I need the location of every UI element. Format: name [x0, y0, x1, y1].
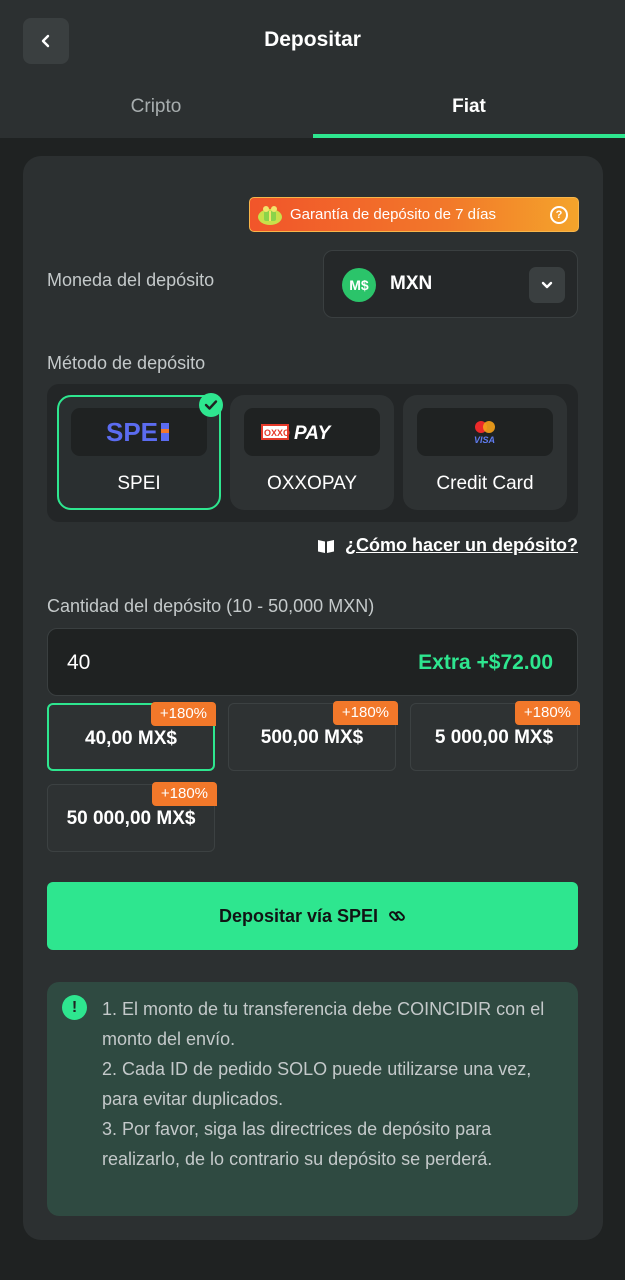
currency-label: Moneda del depósito — [47, 270, 215, 290]
page-title: Depositar — [264, 28, 361, 51]
mxn-logo-icon: M$ — [342, 268, 376, 302]
svg-text:OXXO: OXXO — [264, 428, 290, 438]
method-credit-card[interactable]: VISA Credit Card — [403, 395, 567, 510]
currency-select[interactable]: M$ MXN — [323, 250, 578, 318]
bonus-tag: +180% — [514, 701, 580, 725]
bonus-tag: +180% — [151, 782, 217, 806]
amount-value[interactable]: 40 — [67, 651, 90, 675]
preset-value: 50 000,00 MX$ — [66, 808, 196, 829]
oxxopay-logo: OXXO PAY — [244, 408, 380, 456]
bonus-tag: +180% — [150, 702, 216, 726]
card-logo: VISA — [417, 408, 553, 456]
spei-logo: SPE — [71, 408, 207, 456]
chevron-down-icon[interactable] — [529, 267, 565, 303]
bonus-tag: +180% — [332, 701, 398, 725]
guarantee-badge[interactable]: Garantía de depósito de 7 días ? — [249, 197, 579, 232]
deposit-button[interactable]: Depositar vía SPEI — [47, 882, 578, 950]
notice-line: 2. Cada ID de pedido SOLO puede utilizar… — [102, 1059, 532, 1109]
deposit-card: Garantía de depósito de 7 días ? Moneda … — [23, 156, 603, 1240]
credit-card-icon: VISA — [474, 421, 495, 445]
book-icon — [317, 539, 334, 553]
svg-text:VISA: VISA — [474, 435, 495, 445]
deposit-button-label: Depositar vía SPEI — [218, 905, 379, 926]
header: Depositar Cripto Fiat — [0, 0, 625, 138]
deposit-notice: ! 1. El monto de tu transferencia debe C… — [47, 982, 578, 1216]
extra-bonus: Extra +$72.00 — [418, 651, 553, 674]
currency-code: MXN — [390, 273, 433, 294]
check-icon — [199, 393, 223, 417]
svg-text:SPE: SPE — [106, 418, 158, 446]
link-icon — [389, 911, 405, 921]
preset-50000[interactable]: 50 000,00 MX$ +180% — [47, 782, 217, 852]
alert-icon: ! — [62, 995, 87, 1020]
preset-value: 500,00 MX$ — [260, 727, 364, 748]
method-spei-label: SPEI — [117, 473, 161, 494]
how-to-deposit-label: ¿Cómo hacer un depósito? — [344, 535, 578, 555]
preset-5000[interactable]: 5 000,00 MX$ +180% — [410, 701, 580, 771]
svg-text:PAY: PAY — [294, 423, 333, 443]
preset-40[interactable]: 40,00 MX$ +180% — [47, 702, 216, 771]
oxxopay-logo-icon: OXXO PAY — [261, 423, 333, 443]
notice-line: 1. El monto de tu transferencia debe COI… — [102, 999, 545, 1049]
method-label: Método de depósito — [47, 353, 206, 373]
guarantee-label: Garantía de depósito de 7 días — [290, 206, 496, 223]
tab-cripto[interactable]: Cripto — [0, 96, 312, 118]
method-oxxopay-label: OXXOPAY — [266, 473, 358, 494]
notice-text: 1. El monto de tu transferencia debe COI… — [102, 994, 572, 1174]
method-oxxopay[interactable]: OXXO PAY OXXOPAY — [230, 395, 394, 510]
preset-value: 5 000,00 MX$ — [434, 727, 554, 748]
active-tab-indicator — [313, 134, 625, 138]
help-icon[interactable]: ? — [550, 206, 568, 224]
notice-line: 3. Por favor, siga las directrices de de… — [102, 1119, 493, 1169]
amount-input[interactable]: 40 Extra +$72.00 — [47, 628, 578, 696]
preset-value: 40,00 MX$ — [85, 728, 177, 749]
amount-label: Cantidad del depósito (10 - 50,000 MXN) — [47, 596, 375, 616]
preset-500[interactable]: 500,00 MX$ +180% — [228, 701, 398, 771]
spei-logo-icon: SPE — [106, 418, 169, 446]
how-to-deposit-link[interactable]: ¿Cómo hacer un depósito? — [317, 535, 578, 556]
tab-fiat[interactable]: Fiat — [313, 96, 625, 118]
gift-icon — [258, 205, 282, 225]
method-credit-card-label: Credit Card — [436, 473, 534, 494]
deposit-methods: SPE SPEI OXXO PAY OXXOPAY VISA Credit Ca… — [47, 384, 578, 522]
method-spei[interactable]: SPE SPEI — [57, 393, 223, 510]
